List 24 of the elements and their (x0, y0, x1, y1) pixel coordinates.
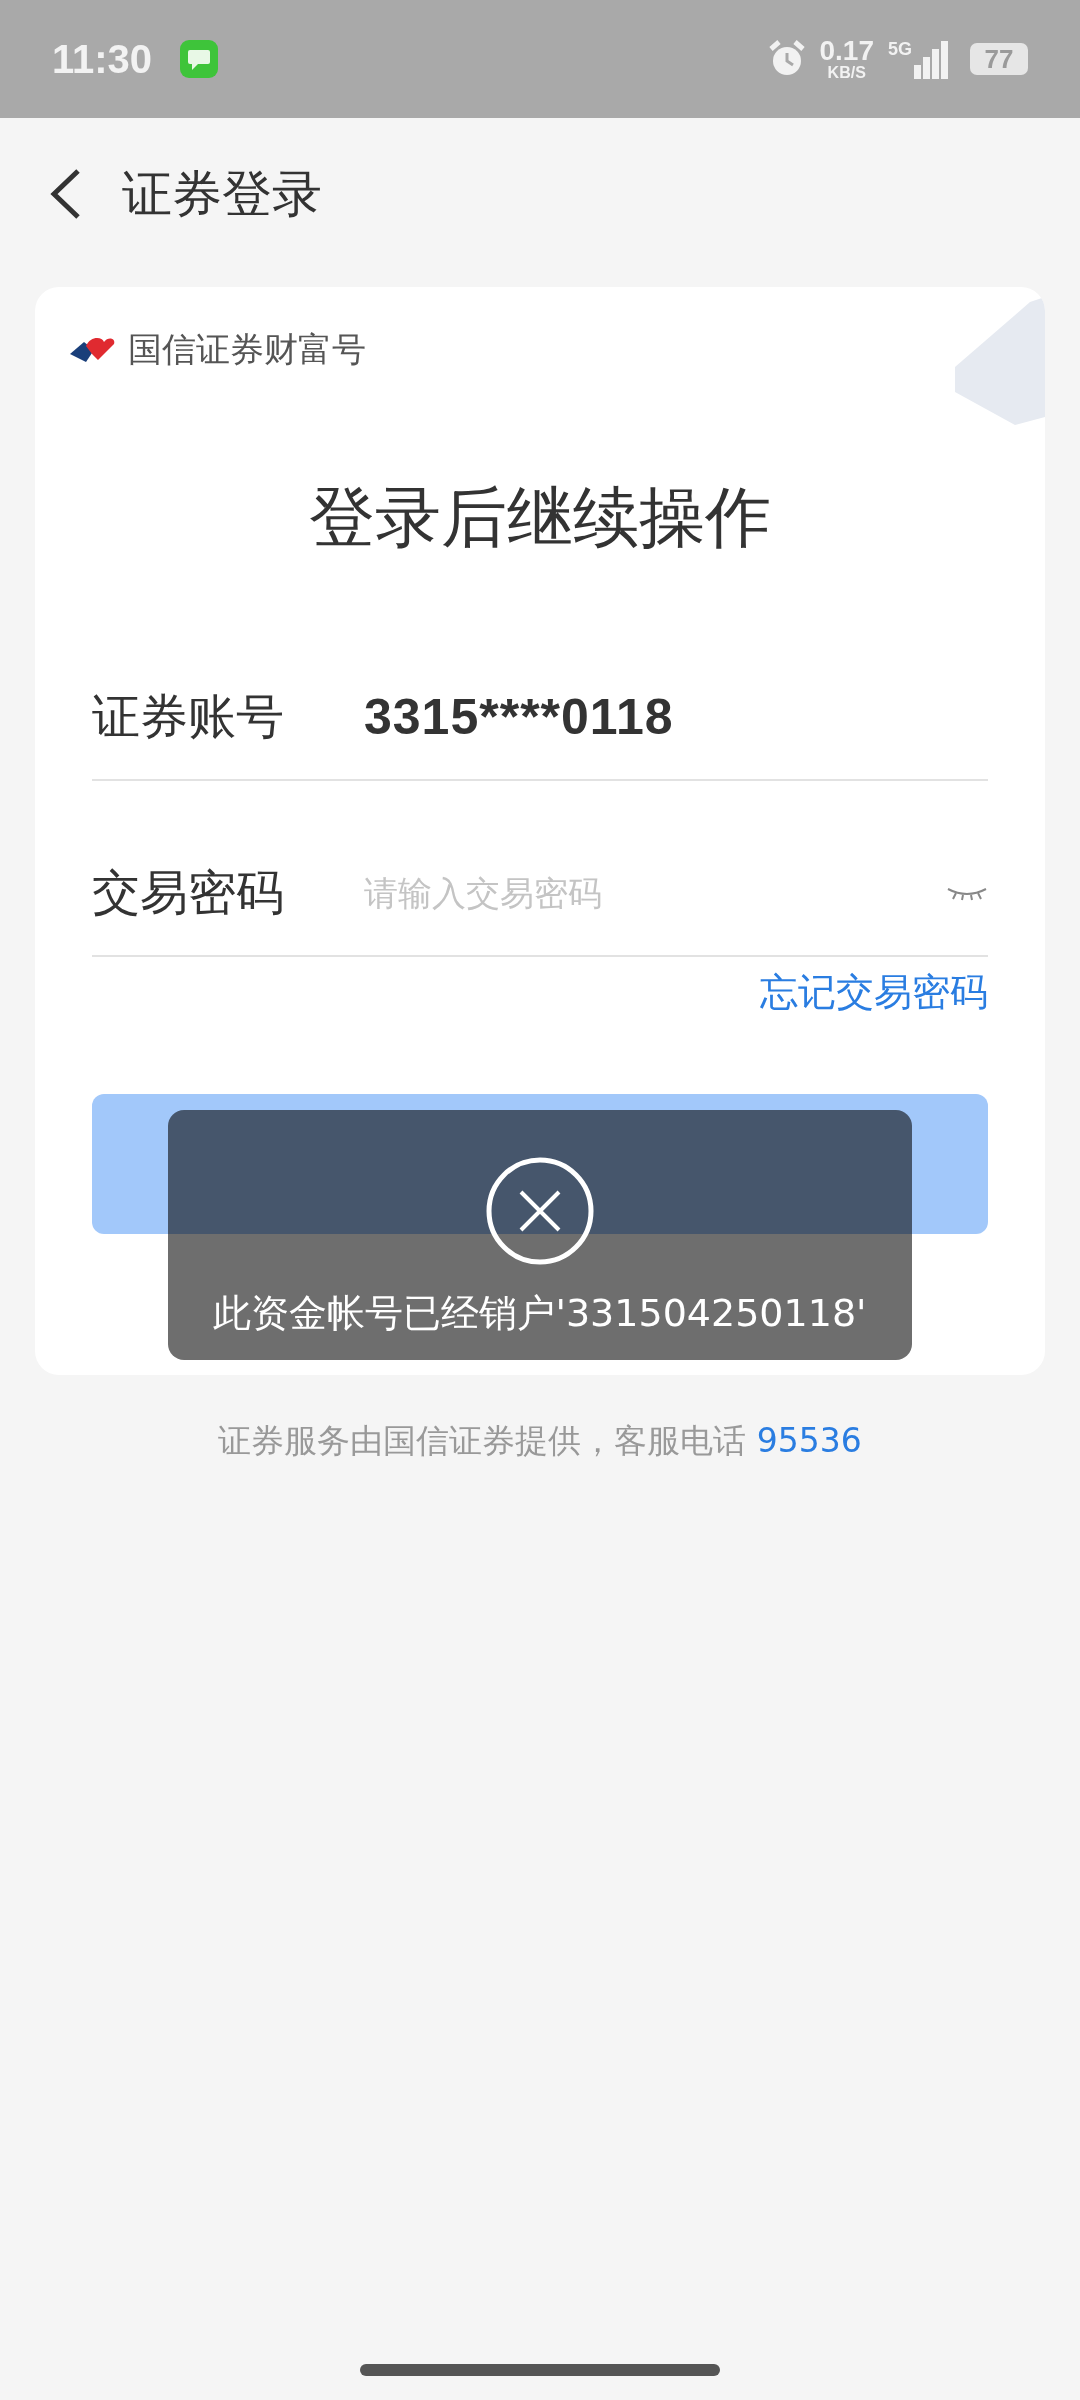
field-label: 证券账号 (92, 687, 285, 746)
network-type: 5G (888, 39, 912, 60)
corner-decoration-icon (955, 297, 1045, 427)
battery-level: 77 (970, 43, 1028, 75)
password-field[interactable]: 请输入交易密码 (364, 873, 946, 913)
toast-message: 此资金帐号已经销户'331504250118' (213, 1290, 867, 1337)
network-speed: 0.17 (819, 37, 874, 65)
clock: 11:30 (52, 36, 153, 82)
account-value: 3315****0118 (364, 688, 674, 746)
brand-name: 国信证券财富号 (128, 328, 366, 371)
logo-icon (70, 336, 116, 364)
forgot-password-link[interactable]: 忘记交易密码 (760, 970, 988, 1014)
phone-link[interactable]: 95536 (756, 1421, 862, 1460)
page-title: 证券登录 (122, 163, 322, 225)
signal-icon (914, 39, 948, 79)
speed-unit: KB/S (827, 65, 866, 81)
field-label: 交易密码 (92, 863, 285, 922)
chat-app-icon (180, 40, 219, 78)
footer-note: 证券服务由国信证券提供，客服电话 95536 (218, 1421, 862, 1460)
login-heading: 登录后继续操作 (308, 478, 772, 558)
closed-eye-icon[interactable] (946, 885, 988, 901)
error-icon (485, 1156, 595, 1266)
confirm-button[interactable] (92, 1094, 988, 1234)
back-icon[interactable] (48, 168, 82, 220)
